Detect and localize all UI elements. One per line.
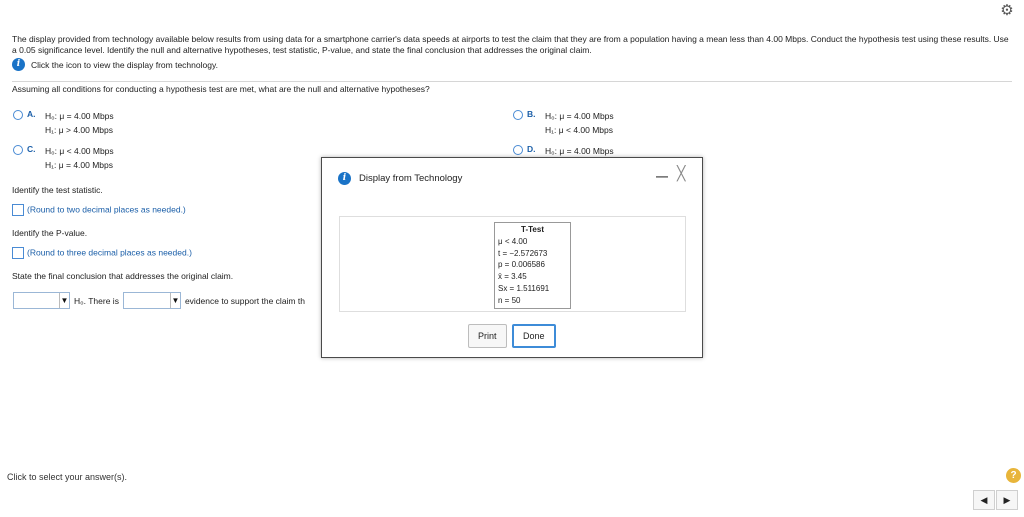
test-statistic-note: (Round to two decimal places as needed.) [27, 204, 186, 215]
test-statistic-input[interactable] [12, 204, 24, 216]
option-a[interactable]: A. H₀: μ = 4.00 Mbps H₁: μ > 4.00 Mbps [13, 109, 114, 137]
p-value-input[interactable] [12, 247, 24, 259]
info-icon[interactable]: i [12, 58, 25, 71]
option-c-h1: H₁: μ = 4.00 Mbps [45, 160, 114, 170]
next-button[interactable]: ▶ [996, 490, 1018, 510]
option-c[interactable]: C. H₀: μ < 4.00 Mbps H₁: μ = 4.00 Mbps [13, 144, 114, 172]
help-icon[interactable]: ? [1006, 468, 1021, 483]
problem-statement: The display provided from technology ava… [12, 34, 1009, 55]
info-icon: i [338, 172, 351, 185]
t-test-title: T-Test [521, 225, 544, 234]
done-button[interactable]: Done [512, 324, 556, 348]
t-test-line: n = 50 [498, 295, 521, 305]
t-test-line: μ < 4.00 [498, 236, 528, 246]
conclusion-evidence-text: evidence to support the claim th [184, 295, 305, 306]
radio-option-c[interactable] [13, 145, 23, 155]
conclusion-row: ▼ H₀. There is ▼ evidence to support the… [13, 292, 305, 309]
chevron-down-icon: ▼ [169, 293, 180, 308]
t-test-line: t = −2.572673 [498, 248, 548, 258]
p-value-note: (Round to three decimal places as needed… [27, 247, 192, 258]
option-a-h0: H₀: μ = 4.00 Mbps [45, 111, 114, 121]
radio-option-a[interactable] [13, 110, 23, 120]
reject-decision-select[interactable]: ▼ [13, 292, 70, 309]
previous-button[interactable]: ◀ [973, 490, 995, 510]
t-test-line: p = 0.006586 [498, 260, 545, 270]
radio-option-b[interactable] [513, 110, 523, 120]
close-icon[interactable]: ╳ [677, 165, 685, 182]
test-statistic-row: (Round to two decimal places as needed.) [12, 204, 186, 216]
conclusion-label: State the final conclusion that addresse… [12, 271, 234, 281]
t-test-line: Sx = 1.511691 [498, 283, 550, 293]
t-test-line: x̄ = 3.45 [498, 272, 527, 282]
settings-gear-icon[interactable]: ⚙ [999, 3, 1015, 19]
option-b-h0: H₀: μ = 4.00 Mbps [545, 111, 614, 121]
p-value-label: Identify the P-value. [12, 228, 88, 238]
option-b[interactable]: B. H₀: μ = 4.00 Mbps H₁: μ < 4.00 Mbps [513, 109, 614, 137]
chevron-down-icon: ▼ [59, 293, 69, 308]
evidence-select[interactable]: ▼ [122, 292, 181, 309]
technology-display-dialog: i Display from Technology — ╳ T-Test μ <… [321, 157, 703, 358]
technology-output-panel: T-Test μ < 4.00 t = −2.572673 p = 0.0065… [339, 216, 686, 312]
minimize-icon[interactable]: — [656, 169, 668, 183]
p-value-row: (Round to three decimal places as needed… [12, 247, 192, 259]
test-statistic-label: Identify the test statistic. [12, 185, 103, 195]
question-text: Assuming all conditions for conducting a… [12, 84, 430, 94]
option-b-h1: H₁: μ < 4.00 Mbps [545, 125, 614, 135]
dialog-header: i Display from Technology [338, 172, 462, 185]
conclusion-h0-text: H₀. There is [74, 295, 119, 306]
print-button[interactable]: Print [468, 324, 507, 348]
option-d-h0: H₀: μ = 4.00 Mbps [545, 146, 614, 156]
option-c-h0: H₀: μ < 4.00 Mbps [45, 146, 114, 156]
radio-option-d[interactable] [513, 145, 523, 155]
t-test-output: T-Test μ < 4.00 t = −2.572673 p = 0.0065… [494, 222, 571, 309]
divider [12, 81, 1012, 82]
dialog-title: Display from Technology [359, 173, 463, 184]
option-a-h1: H₁: μ > 4.00 Mbps [45, 125, 114, 135]
footer-instruction: Click to select your answer(s). [7, 472, 128, 482]
option-d[interactable]: D. H₀: μ = 4.00 Mbps [513, 144, 614, 158]
hint-text[interactable]: Click the icon to view the display from … [31, 60, 218, 70]
hint-row[interactable]: i Click the icon to view the display fro… [12, 58, 218, 71]
